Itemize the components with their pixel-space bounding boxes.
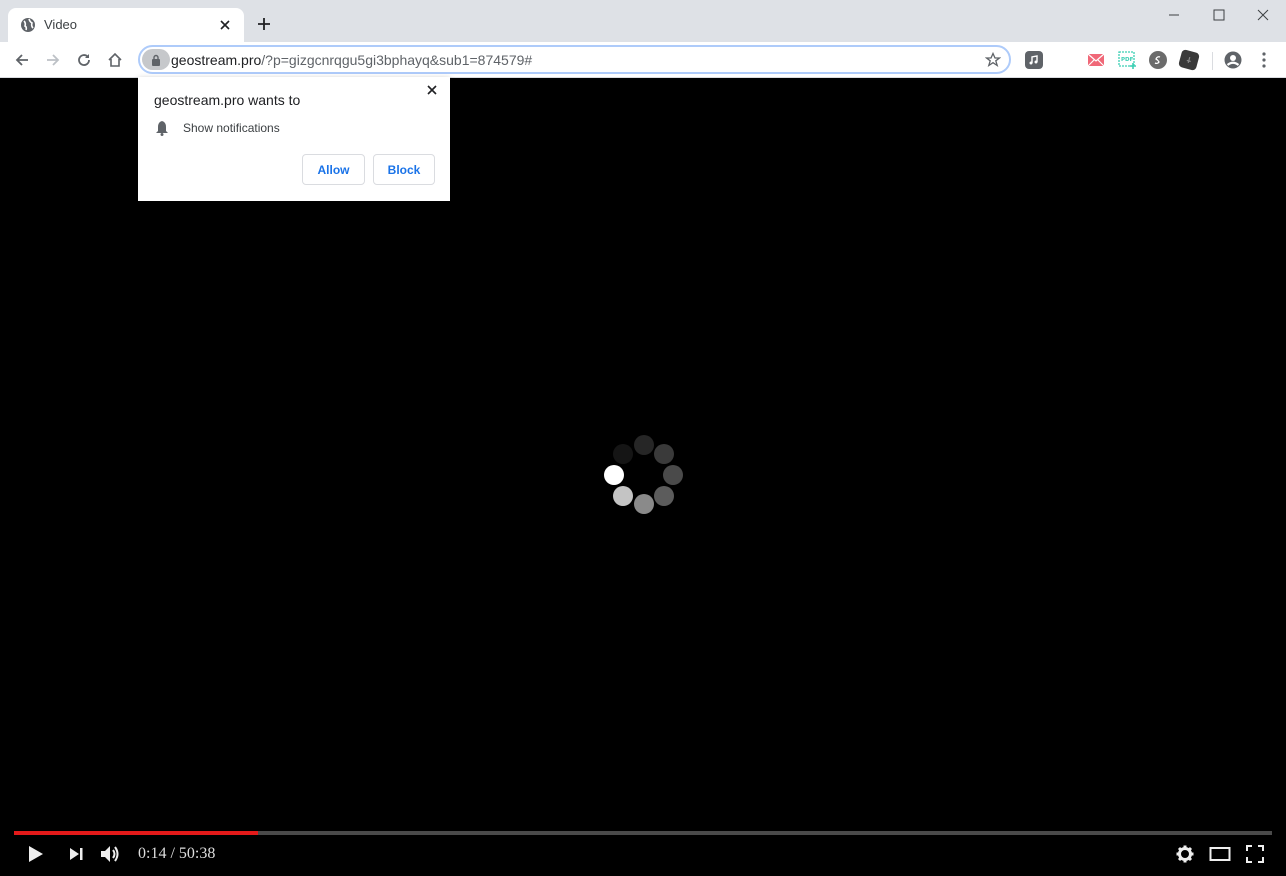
home-icon[interactable] <box>103 48 127 72</box>
browser-tab[interactable]: Video <box>8 8 244 42</box>
spinner-dot <box>654 486 674 506</box>
address-bar[interactable]: geostream.pro/?p=gizgcnrqgu5gi3bphayq&su… <box>138 45 1011 74</box>
music-extension-icon[interactable] <box>1025 51 1043 69</box>
back-icon[interactable] <box>10 48 34 72</box>
volume-icon[interactable] <box>98 842 124 866</box>
tab-strip: Video <box>0 0 1286 42</box>
star-icon[interactable] <box>983 50 1003 70</box>
account-circle-icon[interactable] <box>1224 51 1242 69</box>
time-display: 0:14 / 50:38 <box>138 845 216 862</box>
url-path: /?p=gizgcnrqgu5gi3bphayq&sub1=874579# <box>261 52 533 68</box>
bell-icon <box>155 120 169 136</box>
play-icon[interactable] <box>24 842 48 866</box>
kebab-menu-icon[interactable] <box>1255 51 1273 69</box>
plus-icon[interactable] <box>254 14 274 34</box>
block-button[interactable]: Block <box>373 154 435 185</box>
next-icon[interactable] <box>64 842 88 866</box>
swirl-extension-icon[interactable] <box>1149 51 1167 69</box>
toolbar-divider <box>1212 52 1213 70</box>
spinner-dot <box>654 444 674 464</box>
settings-icon[interactable] <box>1174 842 1196 866</box>
close-icon[interactable] <box>1240 0 1286 30</box>
permission-label: Show notifications <box>183 121 280 135</box>
prompt-heading: geostream.pro wants to <box>154 92 301 108</box>
spinner-dot <box>613 486 633 506</box>
globe-icon <box>20 17 36 33</box>
reload-icon[interactable] <box>72 48 96 72</box>
tab-title: Video <box>44 17 78 32</box>
browser-toolbar: geostream.pro/?p=gizgcnrqgu5gi3bphayq&su… <box>0 42 1286 78</box>
theater-mode-icon[interactable] <box>1208 842 1232 866</box>
url-host: geostream.pro <box>171 52 262 68</box>
close-tab-icon[interactable] <box>216 16 234 34</box>
spinner-dot <box>634 494 654 514</box>
progress-bar[interactable] <box>14 831 1272 835</box>
spinner-dot <box>604 465 624 485</box>
spinner-dot <box>634 435 654 455</box>
lock-icon[interactable] <box>142 49 170 70</box>
url-text[interactable]: geostream.pro/?p=gizgcnrqgu5gi3bphayq&su… <box>171 52 532 68</box>
fullscreen-icon[interactable] <box>1244 842 1266 866</box>
mail-extension-icon[interactable] <box>1087 51 1105 69</box>
loading-spinner-icon <box>604 435 683 514</box>
svg-text:PDF: PDF <box>1121 57 1134 63</box>
spinner-dot <box>663 465 683 485</box>
allow-button[interactable]: Allow <box>302 154 365 185</box>
progress-played <box>14 831 259 835</box>
dark-cube-extension-icon[interactable] <box>1177 48 1201 72</box>
spinner-dot <box>613 444 633 464</box>
minimize-icon[interactable] <box>1151 0 1197 30</box>
forward-icon[interactable] <box>41 48 65 72</box>
maximize-icon[interactable] <box>1196 0 1242 30</box>
close-icon[interactable] <box>424 82 440 98</box>
permission-prompt: geostream.pro wants to Show notification… <box>138 77 450 201</box>
pdf-extension-icon[interactable]: PDF <box>1118 51 1136 69</box>
